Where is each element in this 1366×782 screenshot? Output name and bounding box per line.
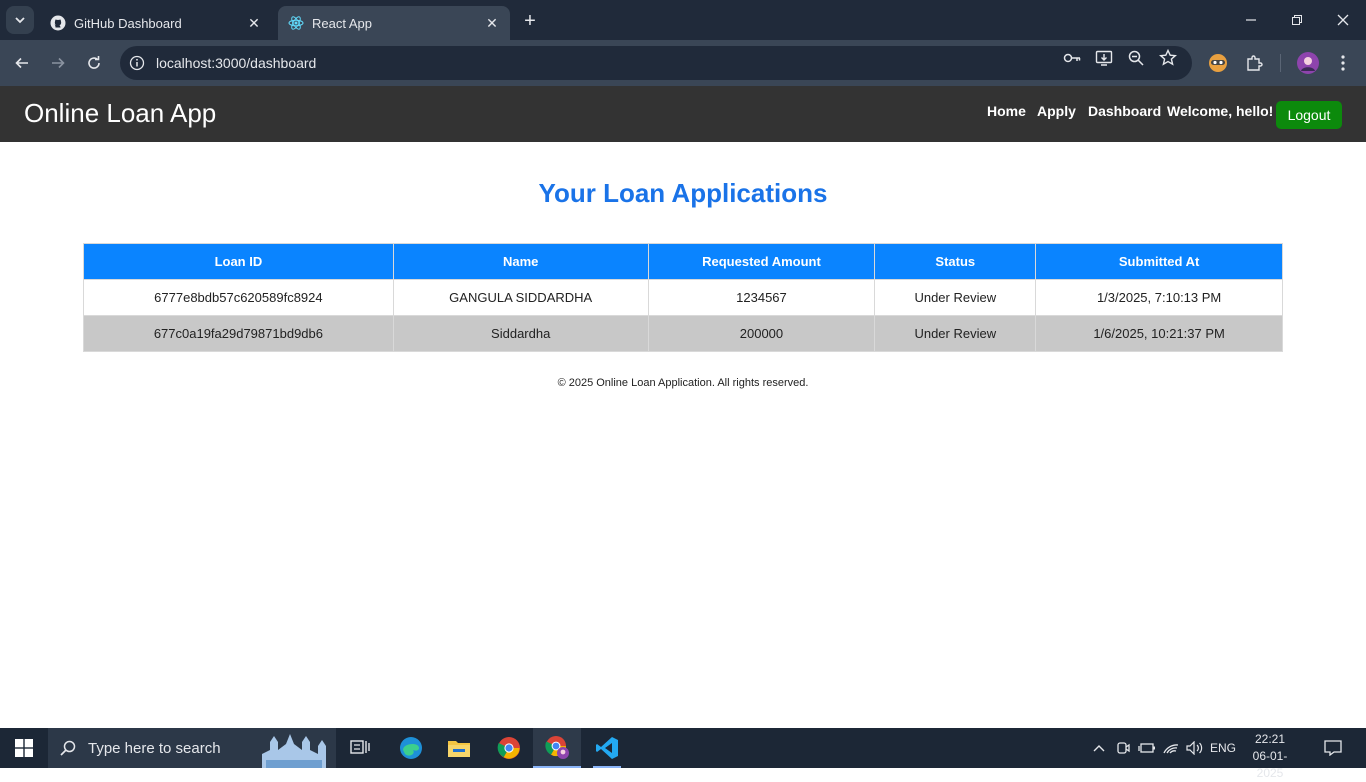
tab-search-button[interactable]: [6, 6, 34, 34]
tab-title: GitHub Dashboard: [74, 15, 182, 31]
chevron-down-icon: [15, 17, 25, 24]
back-arrow-icon[interactable]: [8, 49, 36, 77]
chrome-icon[interactable]: [485, 728, 533, 768]
system-clock[interactable]: 22:21 06-01-2025: [1240, 731, 1300, 782]
profile-extension-icon[interactable]: [1205, 50, 1231, 76]
language-indicator[interactable]: ENG: [1208, 728, 1238, 768]
amount-cell: 1234567: [647, 279, 876, 316]
url-text: localhost:3000/dashboard: [156, 55, 317, 71]
meet-now-icon[interactable]: [1112, 728, 1134, 768]
restore-icon[interactable]: [1274, 0, 1320, 40]
show-hidden-icons-icon[interactable]: [1088, 728, 1110, 768]
browser-tab-strip: GitHub Dashboard ✕ React App ✕ +: [0, 0, 1366, 40]
new-tab-button[interactable]: +: [518, 9, 542, 33]
page-footer: © 2025 Online Loan Application. All righ…: [557, 377, 809, 389]
volume-icon[interactable]: [1184, 728, 1206, 768]
status-cell: Under Review: [874, 315, 1037, 352]
search-placeholder: Type here to search: [88, 739, 221, 757]
table-header-row: Loan ID Name Requested Amount Status Sub…: [83, 243, 1283, 280]
bookmark-star-icon[interactable]: [1158, 48, 1178, 68]
column-header-name: Name: [392, 243, 649, 280]
zoom-icon[interactable]: [1126, 48, 1146, 68]
loan-id-cell: 6777e8bdb57c620589fc8924: [83, 279, 394, 316]
tab-title: React App: [312, 15, 372, 31]
wifi-icon[interactable]: [1160, 728, 1182, 768]
site-info-icon[interactable]: [120, 55, 154, 71]
loan-id-cell: 677c0a19fa29d79871bd9db6: [83, 315, 394, 352]
edge-browser-icon[interactable]: [387, 728, 435, 768]
notifications-icon[interactable]: [1318, 728, 1348, 768]
close-tab-icon[interactable]: ✕: [246, 15, 262, 31]
table-row: 677c0a19fa29d79871bd9db6 Siddardha 20000…: [83, 315, 1283, 352]
os-taskbar: Type here to search ENG 22:21 06-01-2025: [0, 728, 1366, 780]
battery-icon[interactable]: [1136, 728, 1158, 768]
name-cell: Siddardha: [392, 315, 649, 352]
extensions-puzzle-icon[interactable]: [1241, 50, 1267, 76]
toolbar-divider: [1280, 54, 1281, 72]
loan-applications-table: Loan ID Name Requested Amount Status Sub…: [83, 243, 1283, 352]
nav-home-link[interactable]: Home: [987, 103, 1026, 119]
status-cell: Under Review: [874, 279, 1037, 316]
chrome-profile-icon[interactable]: [533, 728, 581, 768]
install-app-icon[interactable]: [1094, 48, 1114, 68]
app-navbar: Online Loan App Home Apply Dashboard Wel…: [0, 86, 1366, 142]
name-cell: GANGULA SIDDARDHA: [392, 279, 649, 316]
page-title: Your Loan Applications: [538, 178, 828, 208]
clock-time: 22:21: [1254, 732, 1286, 746]
minimize-icon[interactable]: [1228, 0, 1274, 40]
vscode-icon[interactable]: [583, 728, 631, 768]
search-icon: [48, 739, 88, 757]
address-bar[interactable]: localhost:3000/dashboard: [120, 46, 1192, 80]
nav-dashboard-link[interactable]: Dashboard: [1088, 103, 1161, 119]
key-icon[interactable]: [1062, 48, 1082, 68]
column-header-amount: Requested Amount: [647, 243, 876, 280]
column-header-status: Status: [874, 243, 1037, 280]
tab-github-dashboard[interactable]: GitHub Dashboard ✕: [40, 6, 272, 40]
close-tab-icon[interactable]: ✕: [484, 15, 500, 31]
column-header-loan-id: Loan ID: [83, 243, 394, 280]
close-window-icon[interactable]: [1320, 0, 1366, 40]
windows-start-icon[interactable]: [0, 728, 48, 768]
table-row: 6777e8bdb57c620589fc8924 GANGULA SIDDARD…: [83, 279, 1283, 316]
welcome-text: Welcome, hello!: [1167, 103, 1274, 119]
app-brand[interactable]: Online Loan App: [24, 98, 216, 129]
browser-toolbar: localhost:3000/dashboard: [0, 40, 1366, 86]
github-icon: [50, 15, 66, 31]
nav-apply-link[interactable]: Apply: [1037, 103, 1076, 119]
forward-arrow-icon[interactable]: [44, 49, 72, 77]
amount-cell: 200000: [647, 315, 876, 352]
search-highlight-icon: [262, 734, 326, 768]
file-explorer-icon[interactable]: [435, 728, 483, 768]
submitted-at-cell: 1/3/2025, 7:10:13 PM: [1035, 279, 1283, 316]
more-menu-icon[interactable]: [1330, 50, 1356, 76]
react-icon: [288, 15, 304, 31]
reload-icon[interactable]: [80, 49, 108, 77]
taskbar-search-box[interactable]: Type here to search: [48, 728, 336, 768]
task-view-icon[interactable]: [336, 728, 384, 768]
tab-react-app[interactable]: React App ✕: [278, 6, 510, 40]
clock-date: 06-01-2025: [1252, 749, 1288, 780]
logout-button[interactable]: Logout: [1276, 101, 1342, 129]
submitted-at-cell: 1/6/2025, 10:21:37 PM: [1035, 315, 1283, 352]
avatar[interactable]: [1295, 50, 1321, 76]
column-header-submitted-at: Submitted At: [1035, 243, 1283, 280]
